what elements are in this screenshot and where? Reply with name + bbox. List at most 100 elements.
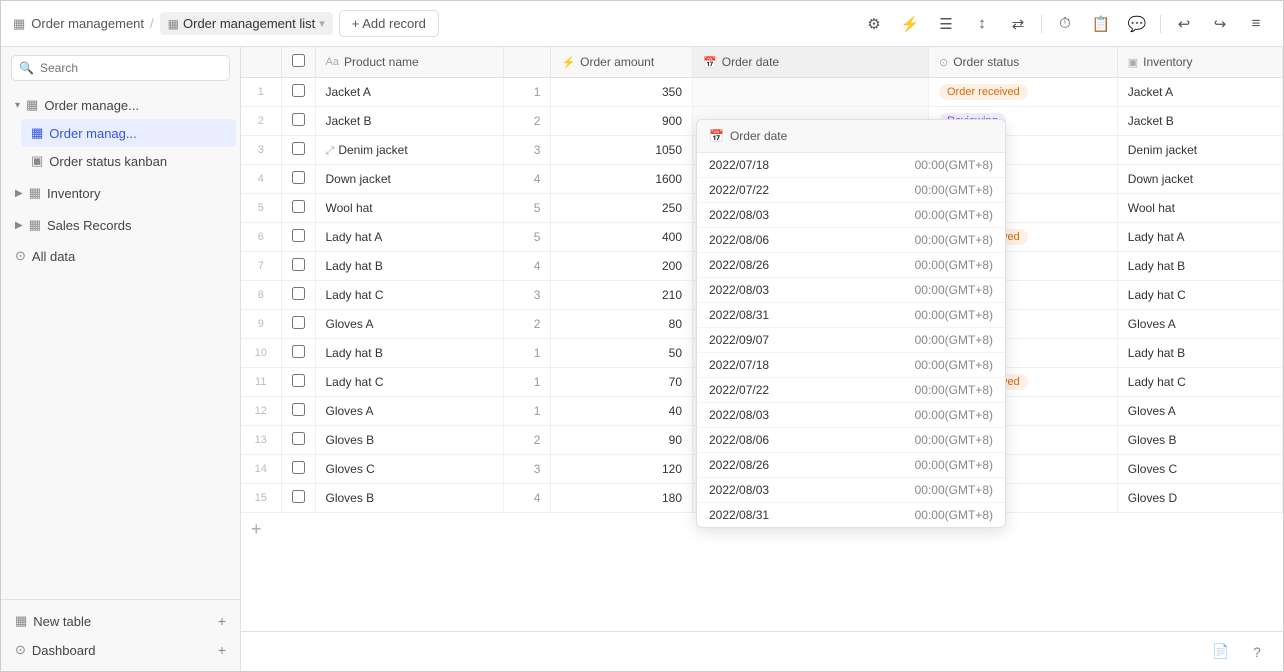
search-input[interactable]: [11, 55, 230, 81]
row-checkbox-cell[interactable]: [281, 339, 315, 368]
row-checkbox[interactable]: [292, 287, 305, 300]
breadcrumb-table-icon: ▦: [13, 16, 25, 32]
row-checkbox-cell[interactable]: [281, 281, 315, 310]
breadcrumb-item1[interactable]: Order management: [31, 16, 144, 31]
row-checkbox-cell[interactable]: [281, 310, 315, 339]
row-checkbox[interactable]: [292, 461, 305, 474]
row-checkbox-cell[interactable]: [281, 368, 315, 397]
product-col-label: Product name: [344, 55, 419, 69]
sidebar-item-kanban[interactable]: ▣ Order status kanban: [21, 148, 236, 174]
popup-time: 00:00(GMT+8): [915, 433, 993, 447]
row-num: 9: [241, 310, 281, 339]
row-checkbox-cell[interactable]: [281, 136, 315, 165]
col-header-checkbox[interactable]: [281, 47, 315, 78]
popup-date: 2022/08/06: [709, 233, 915, 247]
row-product: Down jacket: [315, 165, 504, 194]
row-num: 4: [241, 165, 281, 194]
sidebar-group-sales-header[interactable]: ▶ ▦ Sales Records: [5, 212, 236, 238]
row-checkbox[interactable]: [292, 403, 305, 416]
popup-time: 00:00(GMT+8): [915, 333, 993, 347]
row-qty: 2: [504, 107, 551, 136]
sidebar-group-sales: ▶ ▦ Sales Records: [1, 209, 240, 241]
sidebar-dashboard[interactable]: ⊙ Dashboard +: [5, 636, 236, 664]
breadcrumb-tab-list[interactable]: ▦ Order management list ▾: [160, 12, 333, 35]
clipboard-icon[interactable]: 📋: [1086, 9, 1116, 39]
status-col-label: Order status: [953, 55, 1019, 69]
new-table-add-icon[interactable]: +: [218, 613, 226, 629]
row-checkbox[interactable]: [292, 345, 305, 358]
date-col-label: Order date: [722, 55, 779, 69]
row-checkbox-cell[interactable]: [281, 252, 315, 281]
col-header-inventory[interactable]: ▣ Inventory: [1117, 47, 1282, 78]
menu-icon[interactable]: ≡: [1241, 9, 1271, 39]
row-checkbox[interactable]: [292, 142, 305, 155]
settings-icon[interactable]: ⚙: [859, 9, 889, 39]
row-inventory: Jacket A: [1117, 78, 1282, 107]
row-checkbox-cell[interactable]: [281, 455, 315, 484]
row-checkbox-cell[interactable]: [281, 194, 315, 223]
col-header-product[interactable]: Aa Product name: [315, 47, 504, 78]
row-checkbox-cell[interactable]: [281, 223, 315, 252]
grid-icon[interactable]: ☰: [931, 9, 961, 39]
row-checkbox[interactable]: [292, 374, 305, 387]
row-amount: 120: [551, 455, 693, 484]
row-qty: 2: [504, 426, 551, 455]
sidebar-item-order-management[interactable]: ▦ Order manag... ···: [21, 119, 236, 147]
history-icon[interactable]: ⏱: [1050, 9, 1080, 39]
row-checkbox[interactable]: [292, 229, 305, 242]
item-more-btn[interactable]: ···: [208, 124, 226, 142]
add-record-button[interactable]: + Add record: [339, 10, 439, 37]
sidebar-group-order-header[interactable]: ▾ ▦ Order manage... + ···: [5, 92, 236, 118]
row-checkbox[interactable]: [292, 84, 305, 97]
row-inventory: Jacket B: [1117, 107, 1282, 136]
row-checkbox[interactable]: [292, 490, 305, 503]
select-all-checkbox[interactable]: [292, 54, 305, 67]
col-header-qty[interactable]: [504, 47, 551, 78]
row-product: Gloves A: [315, 310, 504, 339]
row-num: 6: [241, 223, 281, 252]
row-checkbox-cell[interactable]: [281, 165, 315, 194]
sidebar-search-wrap: 🔍: [1, 47, 240, 89]
chat-icon[interactable]: 💬: [1122, 9, 1152, 39]
group-icon[interactable]: ⇄: [1003, 9, 1033, 39]
row-amount: 1050: [551, 136, 693, 165]
row-product: Wool hat: [315, 194, 504, 223]
row-checkbox[interactable]: [292, 113, 305, 126]
row-checkbox-cell[interactable]: [281, 484, 315, 513]
col-header-date[interactable]: 📅 Order date: [693, 47, 929, 78]
group-order-label: Order manage...: [44, 98, 191, 113]
sidebar-group-inventory: ▶ ▦ Inventory: [1, 177, 240, 209]
row-checkbox[interactable]: [292, 200, 305, 213]
row-checkbox[interactable]: [292, 171, 305, 184]
popup-date: 2022/08/03: [709, 483, 915, 497]
redo-icon[interactable]: ↪: [1205, 9, 1235, 39]
row-inventory: Gloves D: [1117, 484, 1282, 513]
filter-icon[interactable]: ⚡: [895, 9, 925, 39]
row-inventory: Gloves C: [1117, 455, 1282, 484]
footer-help-icon[interactable]: ?: [1243, 638, 1271, 666]
footer-document-icon[interactable]: 📄: [1207, 638, 1235, 666]
dashboard-add-icon[interactable]: +: [218, 642, 226, 658]
sidebar-group-inventory-header[interactable]: ▶ ▦ Inventory: [5, 180, 236, 206]
row-checkbox[interactable]: [292, 432, 305, 445]
row-checkbox[interactable]: [292, 258, 305, 271]
row-checkbox[interactable]: [292, 316, 305, 329]
col-header-amount[interactable]: ⚡ Order amount: [551, 47, 693, 78]
breadcrumb-separator: /: [150, 16, 154, 31]
row-checkbox-cell[interactable]: [281, 426, 315, 455]
sort-icon[interactable]: ↕: [967, 9, 997, 39]
top-bar: ▦ Order management / ▦ Order management …: [1, 1, 1283, 47]
popup-time: 00:00(GMT+8): [915, 308, 993, 322]
row-amount: 180: [551, 484, 693, 513]
row-checkbox-cell[interactable]: [281, 78, 315, 107]
row-product: ⤢Denim jacket: [315, 136, 504, 165]
sidebar-item-all-data[interactable]: ⊙ All data: [5, 243, 236, 269]
sidebar-new-table[interactable]: ▦ New table +: [5, 607, 236, 635]
row-num: 1: [241, 78, 281, 107]
popup-time: 00:00(GMT+8): [915, 508, 993, 522]
undo-icon[interactable]: ↩: [1169, 9, 1199, 39]
row-checkbox-cell[interactable]: [281, 397, 315, 426]
col-header-status[interactable]: ⊙ Order status: [929, 47, 1118, 78]
row-status: Order received: [929, 78, 1118, 107]
row-checkbox-cell[interactable]: [281, 107, 315, 136]
